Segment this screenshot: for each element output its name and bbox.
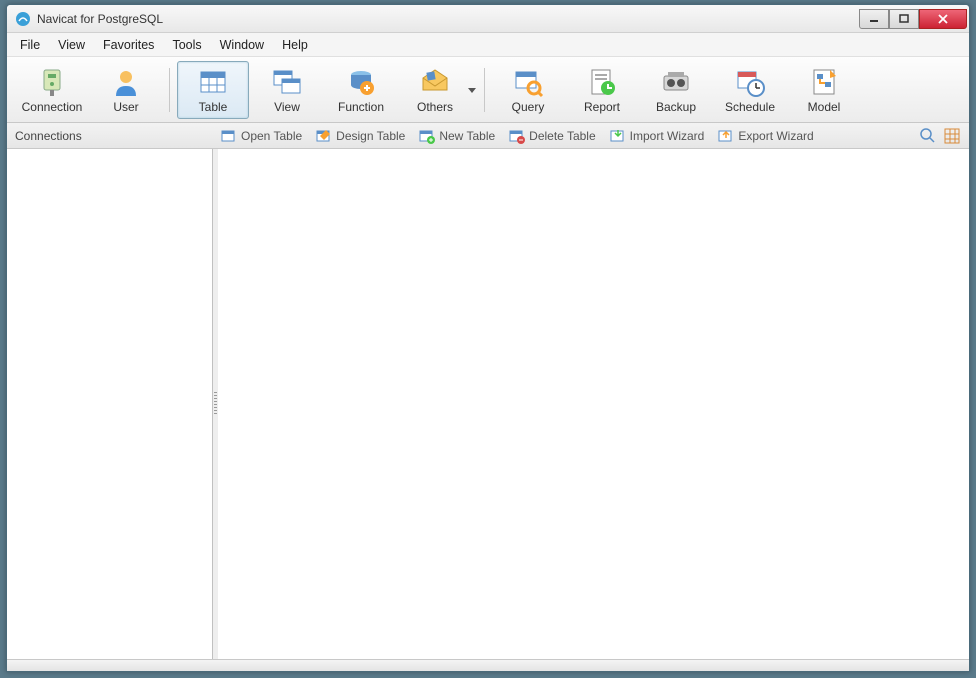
main-toolbar: Connection User Table View Function Othe… <box>7 57 969 123</box>
backup-label: Backup <box>656 100 696 114</box>
maximize-button[interactable] <box>889 9 919 29</box>
others-dropdown-icon[interactable] <box>468 81 478 99</box>
connections-tree[interactable] <box>7 149 213 659</box>
model-icon <box>808 66 840 98</box>
others-label: Others <box>417 100 453 114</box>
connection-button[interactable]: Connection <box>16 61 88 119</box>
report-label: Report <box>584 100 620 114</box>
query-icon <box>512 66 544 98</box>
open-table-icon <box>221 128 237 144</box>
grid-view-icon[interactable] <box>943 127 961 145</box>
design-table-label: Design Table <box>336 129 405 143</box>
model-button[interactable]: Model <box>788 61 860 119</box>
query-button[interactable]: Query <box>492 61 564 119</box>
others-icon <box>419 66 451 98</box>
table-actions: Open Table Design Table New Table Delete… <box>215 128 919 144</box>
open-table-action[interactable]: Open Table <box>221 128 302 144</box>
view-label: View <box>274 100 300 114</box>
report-icon <box>586 66 618 98</box>
delete-table-icon <box>509 128 525 144</box>
menu-view[interactable]: View <box>49 35 94 55</box>
table-icon <box>197 66 229 98</box>
minimize-button[interactable] <box>859 9 889 29</box>
export-wizard-action[interactable]: Export Wizard <box>718 128 813 144</box>
import-wizard-label: Import Wizard <box>630 129 705 143</box>
table-button[interactable]: Table <box>177 61 249 119</box>
export-wizard-label: Export Wizard <box>738 129 813 143</box>
window-title: Navicat for PostgreSQL <box>37 12 859 26</box>
new-table-icon <box>419 128 435 144</box>
design-table-action[interactable]: Design Table <box>316 128 405 144</box>
table-label: Table <box>199 100 228 114</box>
schedule-icon <box>734 66 766 98</box>
new-table-action[interactable]: New Table <box>419 128 495 144</box>
open-table-label: Open Table <box>241 129 302 143</box>
connection-icon <box>36 66 68 98</box>
function-button[interactable]: Function <box>325 61 397 119</box>
toolbar-separator <box>484 68 485 112</box>
titlebar: Navicat for PostgreSQL <box>7 5 969 33</box>
close-button[interactable] <box>919 9 967 29</box>
app-icon <box>15 11 31 27</box>
export-wizard-icon <box>718 128 734 144</box>
function-icon <box>345 66 377 98</box>
query-label: Query <box>512 100 545 114</box>
splitter[interactable] <box>213 149 218 659</box>
subbar-right-icons <box>919 127 961 145</box>
delete-table-action[interactable]: Delete Table <box>509 128 596 144</box>
workspace <box>7 149 969 659</box>
backup-button[interactable]: Backup <box>640 61 712 119</box>
others-button[interactable]: Others <box>399 61 471 119</box>
statusbar <box>7 659 969 671</box>
menubar: File View Favorites Tools Window Help <box>7 33 969 57</box>
menu-window[interactable]: Window <box>211 35 273 55</box>
schedule-button[interactable]: Schedule <box>714 61 786 119</box>
menu-help[interactable]: Help <box>273 35 317 55</box>
main-panel <box>218 149 969 659</box>
window-buttons <box>859 9 967 29</box>
connections-panel-title: Connections <box>15 129 215 143</box>
user-label: User <box>113 100 138 114</box>
import-wizard-icon <box>610 128 626 144</box>
report-button[interactable]: Report <box>566 61 638 119</box>
new-table-label: New Table <box>439 129 495 143</box>
user-button[interactable]: User <box>90 61 162 119</box>
search-icon[interactable] <box>919 127 937 145</box>
menu-file[interactable]: File <box>11 35 49 55</box>
connection-label: Connection <box>22 100 83 114</box>
toolbar-separator <box>169 68 170 112</box>
menu-tools[interactable]: Tools <box>163 35 210 55</box>
user-icon <box>110 66 142 98</box>
view-button[interactable]: View <box>251 61 323 119</box>
view-icon <box>271 66 303 98</box>
delete-table-label: Delete Table <box>529 129 596 143</box>
design-table-icon <box>316 128 332 144</box>
import-wizard-action[interactable]: Import Wizard <box>610 128 705 144</box>
function-label: Function <box>338 100 384 114</box>
backup-icon <box>660 66 692 98</box>
schedule-label: Schedule <box>725 100 775 114</box>
app-window: Navicat for PostgreSQL File View Favorit… <box>6 4 970 672</box>
menu-favorites[interactable]: Favorites <box>94 35 163 55</box>
model-label: Model <box>808 100 841 114</box>
sub-toolbar: Connections Open Table Design Table New … <box>7 123 969 149</box>
